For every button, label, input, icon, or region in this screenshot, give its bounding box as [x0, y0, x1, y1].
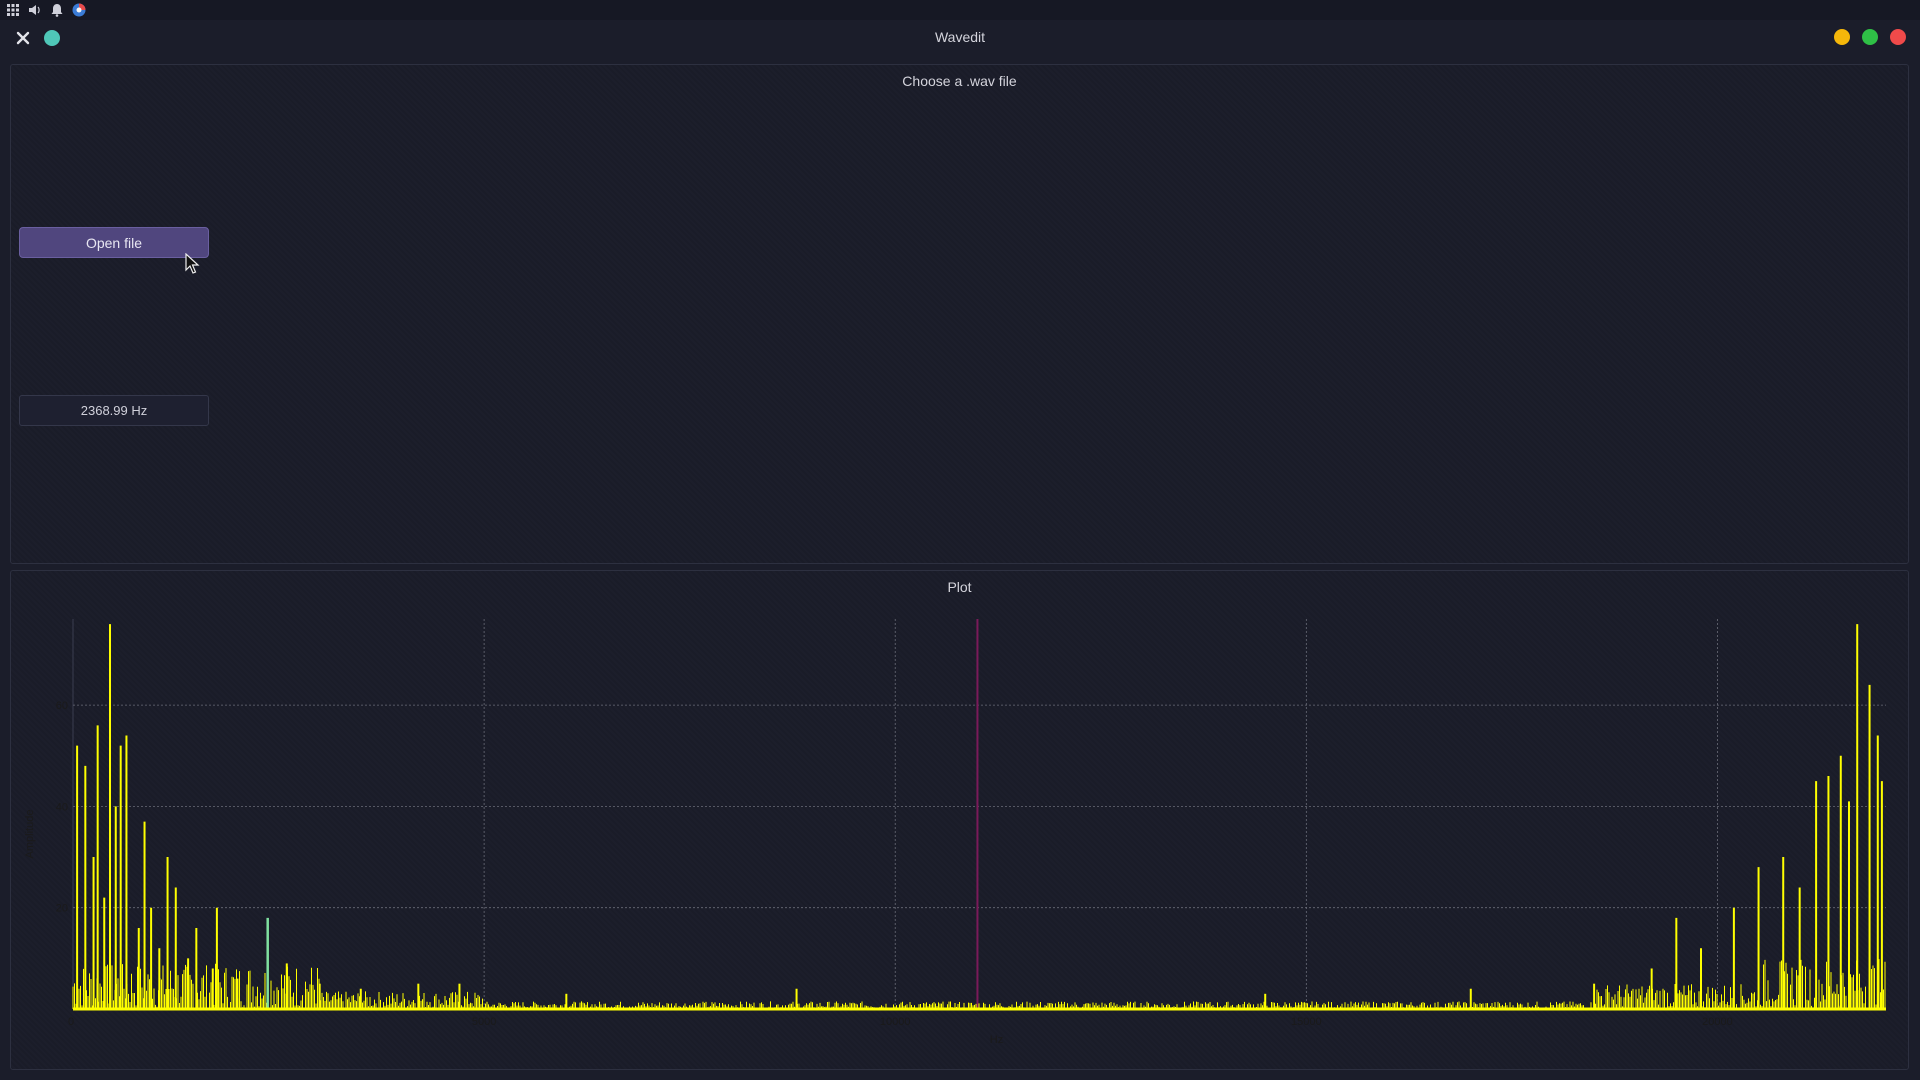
mouse-cursor-icon [185, 253, 200, 274]
y-tick-label: 60 [56, 700, 68, 712]
file-chooser-group: Choose a .wav file Open file 2368.99 Hz [10, 64, 1909, 564]
window-title: Wavedit [934, 29, 986, 45]
open-file-button[interactable]: Open file [19, 227, 209, 258]
file-chooser-title: Choose a .wav file [902, 73, 1017, 89]
plot-group: Plot 20 40 60 0 5000 10000 15000 20000 Hz Amplitu… [10, 570, 1909, 1070]
apps-grid-icon[interactable] [6, 3, 20, 17]
x-tick-label: 10000 [880, 1016, 911, 1028]
close-icon[interactable] [14, 29, 32, 47]
volume-icon[interactable] [28, 3, 42, 17]
browser-icon[interactable] [72, 3, 86, 17]
x-tick-label: 20000 [1702, 1016, 1733, 1028]
minimize-button[interactable] [1834, 29, 1850, 45]
x-tick-label: 15000 [1291, 1016, 1322, 1028]
series-noise [72, 959, 1886, 1009]
spectrum-plot[interactable]: 20 40 60 0 5000 10000 15000 20000 Hz Amplitude [11, 571, 1910, 1071]
y-tick-label: 40 [56, 801, 68, 813]
x-axis-label: Hz [990, 1034, 1003, 1046]
window-titlebar: Wavedit [0, 20, 1920, 54]
system-top-bar [0, 0, 1920, 20]
y-axis-label: Amplitude [24, 810, 36, 859]
y-tick-label: 20 [56, 903, 68, 915]
pin-button[interactable] [44, 30, 60, 46]
maximize-button[interactable] [1862, 29, 1878, 45]
x-tick-label: 5000 [472, 1016, 496, 1028]
close-button[interactable] [1890, 29, 1906, 45]
x-tick-label: 0 [68, 1016, 74, 1028]
notification-bell-icon[interactable] [50, 3, 64, 17]
frequency-readout: 2368.99 Hz [19, 395, 209, 426]
